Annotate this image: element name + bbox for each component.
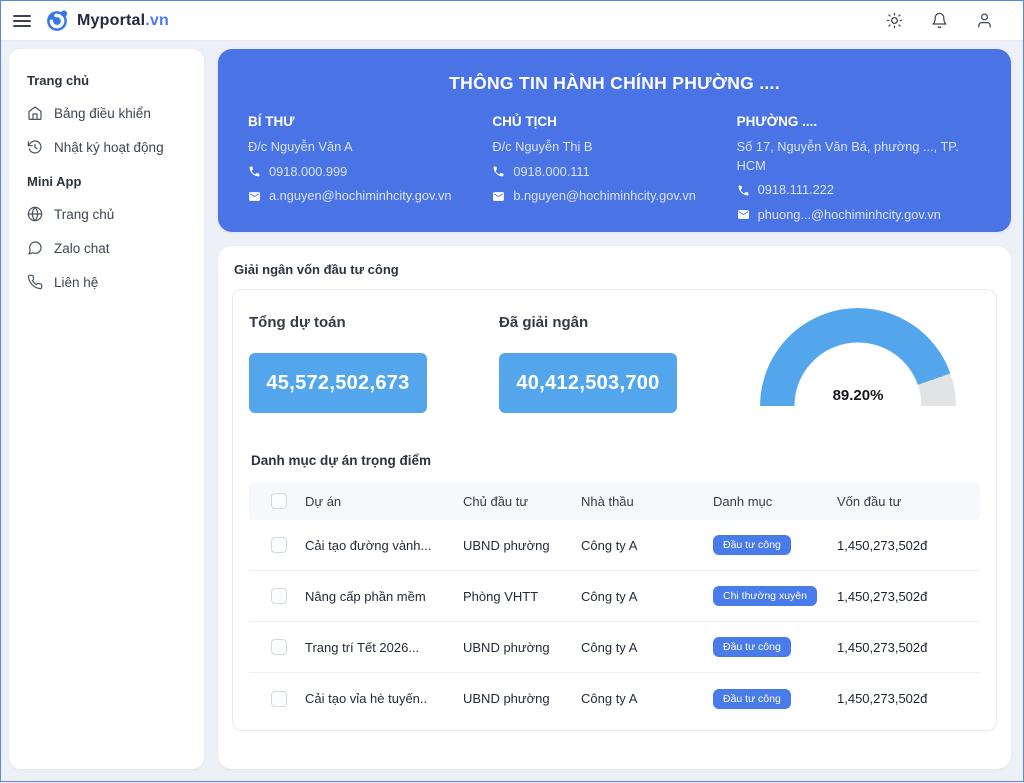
contractor: Công ty A [581, 639, 638, 655]
project-name: Cải tạo đường vành... [305, 537, 432, 553]
person-name: Đ/c Nguyễn Thị B [492, 139, 593, 154]
envelope-icon [492, 190, 505, 203]
sidebar-item-activity-log[interactable]: Nhật ký hoạt động [27, 130, 186, 164]
project-name: Nâng cấp phần mềm [305, 588, 426, 604]
role-title: BÍ THƯ [248, 114, 295, 129]
bell-icon[interactable] [931, 12, 948, 29]
col-header-project: Dự án [305, 493, 342, 509]
investor: UBND phường [463, 691, 550, 706]
disbursed-value: 40,412,503,700 [499, 353, 677, 413]
email-line: b.nguyen@hochiminhcity.gov.vn [492, 187, 736, 206]
gauge-percent-label: 89.20% [832, 387, 884, 404]
total-budget-stat: Tổng dự toán 45,572,502,673 [249, 308, 499, 413]
project-name: Cải tạo vỉa hè tuyến.. [305, 691, 428, 706]
brand-suffix: .vn [145, 11, 169, 29]
category-badge: Đầu tư công [713, 637, 791, 657]
menu-icon[interactable] [13, 14, 31, 27]
sidebar-item-zalo-chat[interactable]: Zalo chat [27, 231, 186, 265]
phone-line: 0918.000.111 [492, 163, 736, 182]
envelope-icon [737, 208, 750, 221]
sidebar-item-label: Bảng điều khiển [54, 105, 151, 121]
contractor: Công ty A [581, 588, 638, 604]
app-header: Myportal.vn [1, 1, 1023, 41]
brand-logo[interactable]: Myportal.vn [45, 8, 169, 33]
row-checkbox[interactable] [271, 588, 287, 604]
sidebar-item-label: Trang chủ [54, 206, 115, 222]
capital-value: 1,450,273,502đ [837, 691, 928, 706]
capital-value: 1,450,273,502đ [837, 588, 928, 604]
sidebar-section-trang-chu: Trang chủ [27, 73, 90, 88]
disbursement-gauge: 89.20% [760, 308, 956, 406]
category-badge: Đầu tư công [713, 535, 791, 555]
select-all-checkbox[interactable] [271, 493, 287, 509]
sidebar-item-mini-home[interactable]: Trang chủ [27, 197, 186, 231]
person-name: Đ/c Nguyễn Văn A [248, 139, 353, 154]
total-budget-label: Tổng dự toán [249, 314, 346, 331]
phone-line: 0918.111.222 [737, 181, 981, 200]
row-checkbox[interactable] [271, 639, 287, 655]
brand-name: Myportal.vn [77, 11, 169, 29]
phone-line: 0918.000.999 [248, 163, 492, 182]
home-icon [27, 105, 43, 121]
role-title: PHƯỜNG .... [736, 114, 818, 129]
disbursement-card: Giải ngân vốn đầu tư công Tổng dự toán 4… [218, 246, 1011, 769]
email-line: phuong...@hochiminhcity.gov.vn [737, 206, 981, 225]
col-header-capital: Vốn đầu tư [837, 493, 902, 509]
phone-icon [27, 274, 43, 290]
info-col-chu-tich: CHỦ TỊCH Đ/c Nguyễn Thị B 0918.000.111 b… [492, 114, 736, 224]
table-row: Trang trí Tết 2026... UBND phường Công t… [249, 622, 980, 673]
projects-table-title: Danh mục dự án trọng điểm [251, 453, 432, 468]
disbursed-stat: Đã giải ngân 40,412,503,700 [499, 308, 749, 413]
sidebar-section-mini-app: Mini App [27, 174, 82, 189]
col-header-category: Danh mục [713, 493, 773, 509]
phone-filled-icon [737, 184, 750, 197]
ward-info-card: THÔNG TIN HÀNH CHÍNH PHƯỜNG .... BÍ THƯ … [218, 49, 1011, 232]
capital-value: 1,450,273,502đ [837, 537, 928, 553]
row-checkbox[interactable] [271, 537, 287, 553]
role-title: CHỦ TỊCH [492, 114, 557, 129]
projects-table-header: Dự án Chủ đầu tư Nhà thầu Danh mục Vốn đ… [249, 482, 980, 520]
category-badge: Chi thường xuyên [713, 586, 817, 606]
info-col-bi-thu: BÍ THƯ Đ/c Nguyễn Văn A 0918.000.999 a.n… [248, 114, 492, 224]
disbursed-label: Đã giải ngân [499, 314, 589, 331]
chat-icon [27, 240, 43, 256]
history-icon [27, 139, 43, 155]
myportal-logo-icon [47, 10, 68, 31]
row-checkbox[interactable] [271, 690, 287, 707]
phone-filled-icon [492, 165, 505, 178]
investor: Phòng VHTT [463, 588, 539, 604]
info-col-phuong: PHƯỜNG .... Số 17, Nguyễn Văn Bá, phường… [737, 114, 981, 224]
table-row: Cải tạo đường vành... UBND phường Công t… [249, 520, 980, 571]
address-line: Số 17, Nguyễn Văn Bá, phường ..., TP. HC… [736, 139, 959, 173]
disbursement-panel: Tổng dự toán 45,572,502,673 Đã giải ngân… [232, 289, 997, 731]
globe-icon [27, 206, 43, 222]
capital-value: 1,450,273,502đ [837, 639, 928, 655]
sidebar-item-contact[interactable]: Liên hệ [27, 265, 186, 299]
investor: UBND phường [463, 639, 550, 655]
sidebar: Trang chủ Bảng điều khiển Nhật ký hoạt đ… [9, 49, 204, 769]
project-name: Trang trí Tết 2026... [305, 639, 420, 655]
user-icon[interactable] [976, 12, 993, 29]
category-badge: Đầu tư công [713, 688, 791, 709]
contractor: Công ty A [581, 691, 638, 706]
col-header-contractor: Nhà thầu [581, 493, 634, 509]
theme-sun-icon[interactable] [886, 12, 903, 29]
email-line: a.nguyen@hochiminhcity.gov.vn [248, 187, 492, 206]
phone-filled-icon [248, 165, 261, 178]
envelope-icon [248, 190, 261, 203]
table-row: Cải tạo vỉa hè tuyến.. UBND phường Công … [249, 673, 980, 724]
sidebar-item-label: Zalo chat [54, 240, 110, 256]
sidebar-item-label: Nhật ký hoạt động [54, 139, 164, 155]
sidebar-item-dashboard[interactable]: Bảng điều khiển [27, 96, 186, 130]
investor: UBND phường [463, 537, 550, 553]
disbursement-title: Giải ngân vốn đầu tư công [234, 262, 399, 277]
col-header-investor: Chủ đầu tư [463, 493, 529, 509]
contractor: Công ty A [581, 537, 638, 553]
table-row: Nâng cấp phần mềm Phòng VHTT Công ty A C… [249, 571, 980, 622]
total-budget-value: 45,572,502,673 [249, 353, 427, 413]
sidebar-item-label: Liên hệ [54, 274, 99, 290]
ward-info-title: THÔNG TIN HÀNH CHÍNH PHƯỜNG .... [449, 73, 780, 93]
